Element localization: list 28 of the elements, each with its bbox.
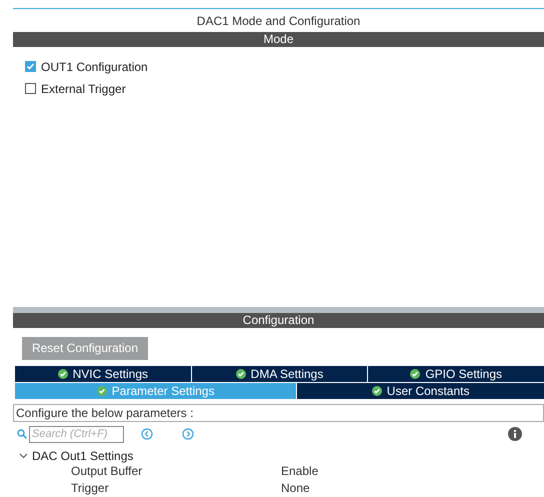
- parameter-name: Output Buffer: [71, 464, 144, 478]
- check-circle-icon: [410, 368, 420, 379]
- parameter-value: Enable: [281, 464, 320, 478]
- parameter-name: Trigger: [71, 481, 110, 496]
- settings-tab[interactable]: GPIO Settings: [368, 366, 544, 382]
- check-circle-icon: [58, 368, 68, 379]
- info-icon[interactable]: [508, 427, 522, 442]
- parameter-value: None: [281, 481, 311, 496]
- checkbox[interactable]: [25, 83, 36, 94]
- settings-tab[interactable]: DMA Settings: [192, 366, 368, 382]
- description-text: Configure the below parameters :: [13, 404, 544, 422]
- checkbox[interactable]: [25, 61, 36, 72]
- configuration-header: Configuration: [13, 312, 544, 328]
- search-icon: [17, 429, 27, 440]
- checkbox-label: External Trigger: [41, 82, 126, 96]
- panel-title: DAC1 Mode and Configuration: [196, 12, 362, 30]
- group-label: DAC Out1 Settings: [32, 448, 134, 463]
- mode-header: Mode: [13, 32, 544, 47]
- previous-icon[interactable]: [141, 428, 153, 440]
- next-icon[interactable]: [182, 428, 194, 440]
- settings-tab[interactable]: NVIC Settings: [15, 366, 191, 382]
- check-circle-icon: [96, 386, 107, 396]
- checkbox-label: OUT1 Configuration: [41, 60, 148, 74]
- check-circle-icon: [372, 386, 382, 396]
- chevron-icon[interactable]: [19, 451, 28, 460]
- search-field[interactable]: Search (Ctrl+F): [29, 426, 124, 443]
- settings-tab[interactable]: User Constants: [297, 382, 544, 399]
- check-circle-icon: [236, 368, 246, 379]
